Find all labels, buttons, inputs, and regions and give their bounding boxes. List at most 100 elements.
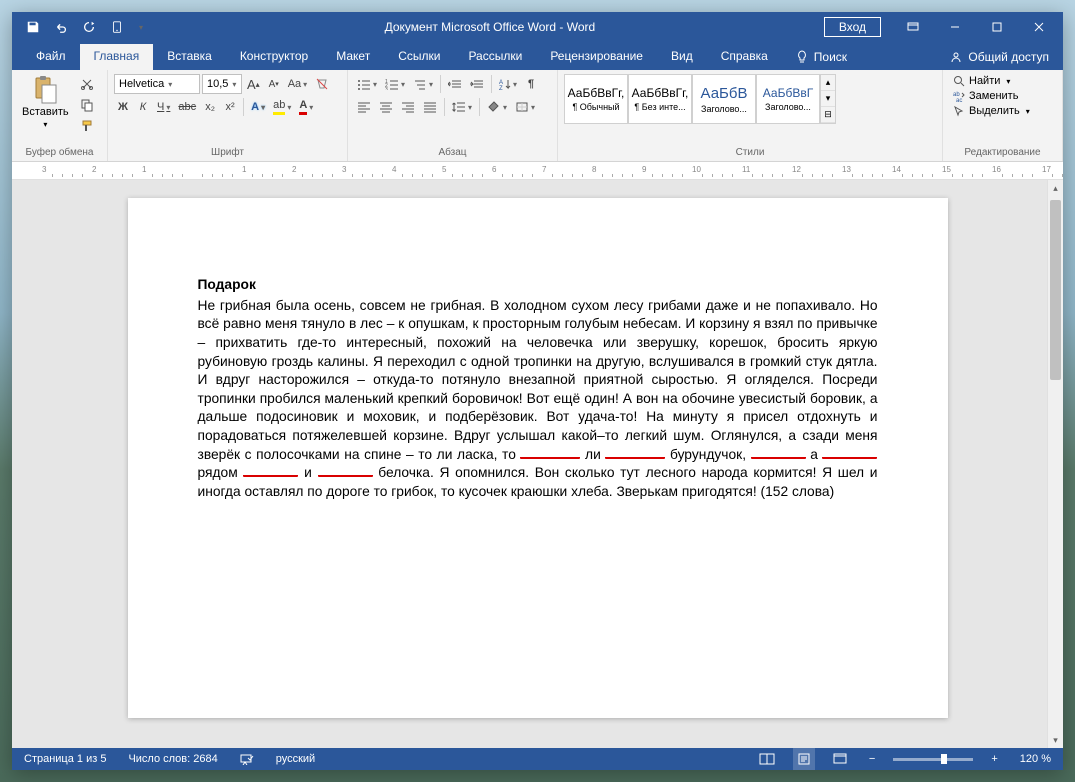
tab-layout[interactable]: Макет [322,44,384,70]
ribbon-options-icon[interactable] [893,12,933,42]
superscript-button[interactable]: x² [221,97,239,117]
zoom-slider[interactable] [893,758,973,761]
justify-icon[interactable] [420,97,440,117]
tab-view[interactable]: Вид [657,44,707,70]
view-print-icon[interactable] [793,748,815,770]
group-label-clipboard: Буфер обмена [18,145,101,159]
highlight-icon[interactable]: ab [270,97,294,117]
styles-down-icon[interactable]: ▾ [821,91,835,107]
line-spacing-icon[interactable] [449,97,475,117]
subscript-button[interactable]: x₂ [201,97,219,117]
scroll-thumb[interactable] [1050,200,1061,380]
style-nospacing[interactable]: АаБбВвГг,¶ Без инте... [628,74,692,124]
font-size-combo[interactable]: 10,5▾ [202,74,242,94]
titlebar: Документ Microsoft Office Word - Word Вх… [12,12,1063,42]
redo-icon[interactable] [78,16,100,38]
signin-button[interactable]: Вход [824,17,881,37]
italic-button[interactable]: К [134,97,152,117]
statusbar: Страница 1 из 5 Число слов: 2684 русский… [12,748,1063,770]
style-normal[interactable]: АаБбВвГг,¶ Обычный [564,74,628,124]
qat-customize-icon[interactable] [134,16,146,38]
find-button[interactable]: Найти▾ [949,74,1034,88]
page[interactable]: Подарок Не грибная была осень, совсем не… [128,198,948,718]
status-spellcheck-icon[interactable] [236,748,258,770]
maximize-button[interactable] [977,12,1017,42]
vertical-scrollbar: ▴ ▾ [1047,180,1063,748]
status-wordcount[interactable]: Число слов: 2684 [124,748,221,770]
zoom-in-icon[interactable]: + [987,748,1001,770]
style-heading2[interactable]: АаБбВвГЗаголово... [756,74,820,124]
borders-icon[interactable] [512,97,538,117]
bullets-icon[interactable] [354,74,380,94]
close-button[interactable] [1019,12,1059,42]
tab-mailings[interactable]: Рассылки [454,44,536,70]
align-center-icon[interactable] [376,97,396,117]
tab-review[interactable]: Рецензирование [536,44,657,70]
clear-format-icon[interactable] [312,74,332,94]
style-heading1[interactable]: АаБбВЗаголово... [692,74,756,124]
tab-design[interactable]: Конструктор [226,44,322,70]
cut-icon[interactable] [77,74,97,94]
paste-button[interactable]: Вставить ▾ [18,74,73,131]
scroll-up-icon[interactable]: ▴ [1048,180,1063,196]
text-effects-icon[interactable]: A [248,97,268,117]
increase-indent-icon[interactable] [467,74,487,94]
save-icon[interactable] [22,16,44,38]
blank-field [751,446,806,459]
zoom-out-icon[interactable]: − [865,748,879,770]
tab-insert[interactable]: Вставка [153,44,226,70]
numbering-icon[interactable]: 123 [382,74,408,94]
titlebar-right: Вход [824,12,1063,42]
decrease-indent-icon[interactable] [445,74,465,94]
group-label-paragraph: Абзац [354,145,551,159]
scroll-down-icon[interactable]: ▾ [1048,732,1063,748]
zoom-thumb[interactable] [941,754,947,764]
shading-icon[interactable] [484,97,510,117]
doc-title: Подарок [198,276,878,295]
bold-button[interactable]: Ж [114,97,132,117]
ribbon: Вставить ▾ Буфер обмена Helvetica▾ 10,5▾ [12,70,1063,162]
person-icon [950,51,962,63]
tab-references[interactable]: Ссылки [384,44,454,70]
tell-me-search[interactable]: Поиск [782,50,861,70]
select-button[interactable]: Выделить▾ [949,104,1034,118]
tab-file[interactable]: Файл [22,44,80,70]
blank-field [243,464,298,477]
show-marks-icon[interactable]: ¶ [522,74,540,94]
styles-up-icon[interactable]: ▴ [821,75,835,91]
view-web-icon[interactable] [829,748,851,770]
tab-home[interactable]: Главная [80,44,154,70]
copy-icon[interactable] [77,95,97,115]
status-page[interactable]: Страница 1 из 5 [20,748,110,770]
replace-button[interactable]: abacЗаменить [949,89,1034,103]
horizontal-ruler[interactable]: 3211234567891011121314151617 [12,162,1063,180]
font-color-icon[interactable]: A [296,97,316,117]
align-right-icon[interactable] [398,97,418,117]
shrink-font-icon[interactable]: A▾ [265,74,283,94]
document-content[interactable]: Подарок Не грибная была осень, совсем не… [198,276,878,502]
ribbon-tabs: Файл Главная Вставка Конструктор Макет С… [12,42,1063,70]
underline-button[interactable]: Ч [154,97,173,117]
change-case-icon[interactable]: Aa [285,74,310,94]
grow-font-icon[interactable]: A▴ [244,74,263,94]
multilevel-icon[interactable] [410,74,436,94]
sort-icon[interactable]: AZ [496,74,520,94]
view-read-icon[interactable] [755,748,779,770]
minimize-button[interactable] [935,12,975,42]
lightbulb-icon [796,50,808,64]
tab-help[interactable]: Справка [707,44,782,70]
blank-field [520,446,580,459]
status-language[interactable]: русский [272,748,319,770]
format-painter-icon[interactable] [77,116,97,136]
zoom-level[interactable]: 120 % [1016,748,1055,770]
quick-access-toolbar [12,16,156,38]
strike-button[interactable]: abc [175,97,199,117]
touch-mode-icon[interactable] [106,16,128,38]
styles-scroll: ▴ ▾ ⊟ [820,74,836,124]
align-left-icon[interactable] [354,97,374,117]
undo-icon[interactable] [50,16,72,38]
font-name-combo[interactable]: Helvetica▾ [114,74,200,94]
share-button[interactable]: Общий доступ [936,50,1063,70]
cursor-icon [953,105,965,117]
styles-more-icon[interactable]: ⊟ [821,107,835,123]
